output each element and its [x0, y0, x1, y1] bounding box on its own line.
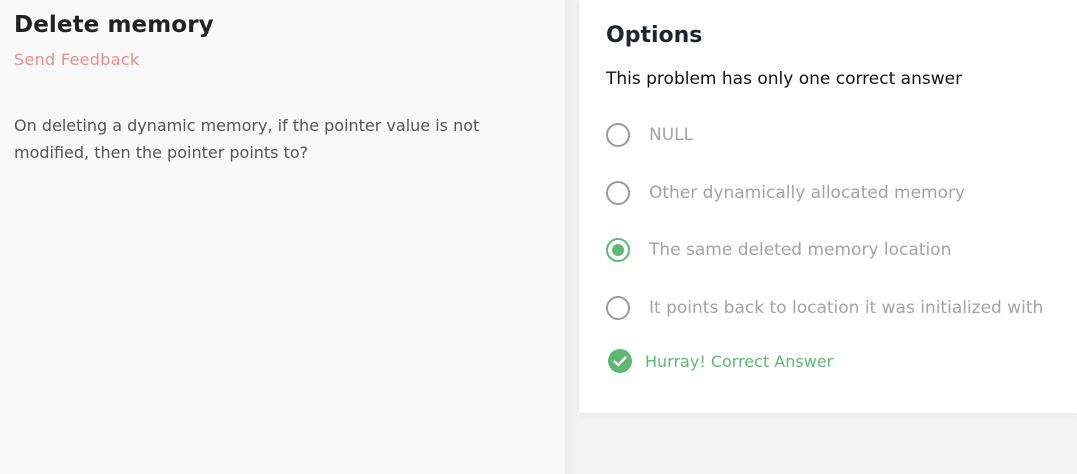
- radio-button-selected[interactable]: [606, 238, 630, 262]
- result-text: Hurray! Correct Answer: [645, 351, 834, 371]
- check-circle-icon: [608, 349, 632, 373]
- panel-divider: [565, 0, 579, 474]
- radio-button[interactable]: [606, 123, 630, 147]
- radio-button[interactable]: [606, 296, 630, 320]
- answer-result: Hurray! Correct Answer: [608, 349, 833, 373]
- question-panel: Delete memory Send Feedback On deleting …: [0, 0, 565, 474]
- option-null[interactable]: NULL: [606, 120, 693, 150]
- option-label: It points back to location it was initia…: [649, 298, 1044, 318]
- option-other-memory[interactable]: Other dynamically allocated memory: [606, 178, 965, 208]
- options-card: Options This problem has only one correc…: [579, 0, 1077, 413]
- radio-button[interactable]: [606, 181, 630, 205]
- option-same-deleted-location[interactable]: The same deleted memory location: [606, 235, 951, 265]
- option-label: NULL: [649, 125, 694, 145]
- option-initialized-location[interactable]: It points back to location it was initia…: [606, 293, 1043, 323]
- radio-selected-dot: [612, 244, 624, 256]
- quiz-page: Delete memory Send Feedback On deleting …: [0, 0, 1077, 474]
- options-subtitle: This problem has only one correct answer: [606, 69, 963, 89]
- option-label: Other dynamically allocated memory: [649, 183, 966, 203]
- options-title: Options: [606, 23, 703, 48]
- option-label: The same deleted memory location: [649, 240, 952, 260]
- question-title: Delete memory: [14, 12, 214, 38]
- send-feedback-link[interactable]: Send Feedback: [14, 50, 139, 69]
- question-text: On deleting a dynamic memory, if the poi…: [14, 116, 480, 162]
- panel-background: [579, 413, 1077, 474]
